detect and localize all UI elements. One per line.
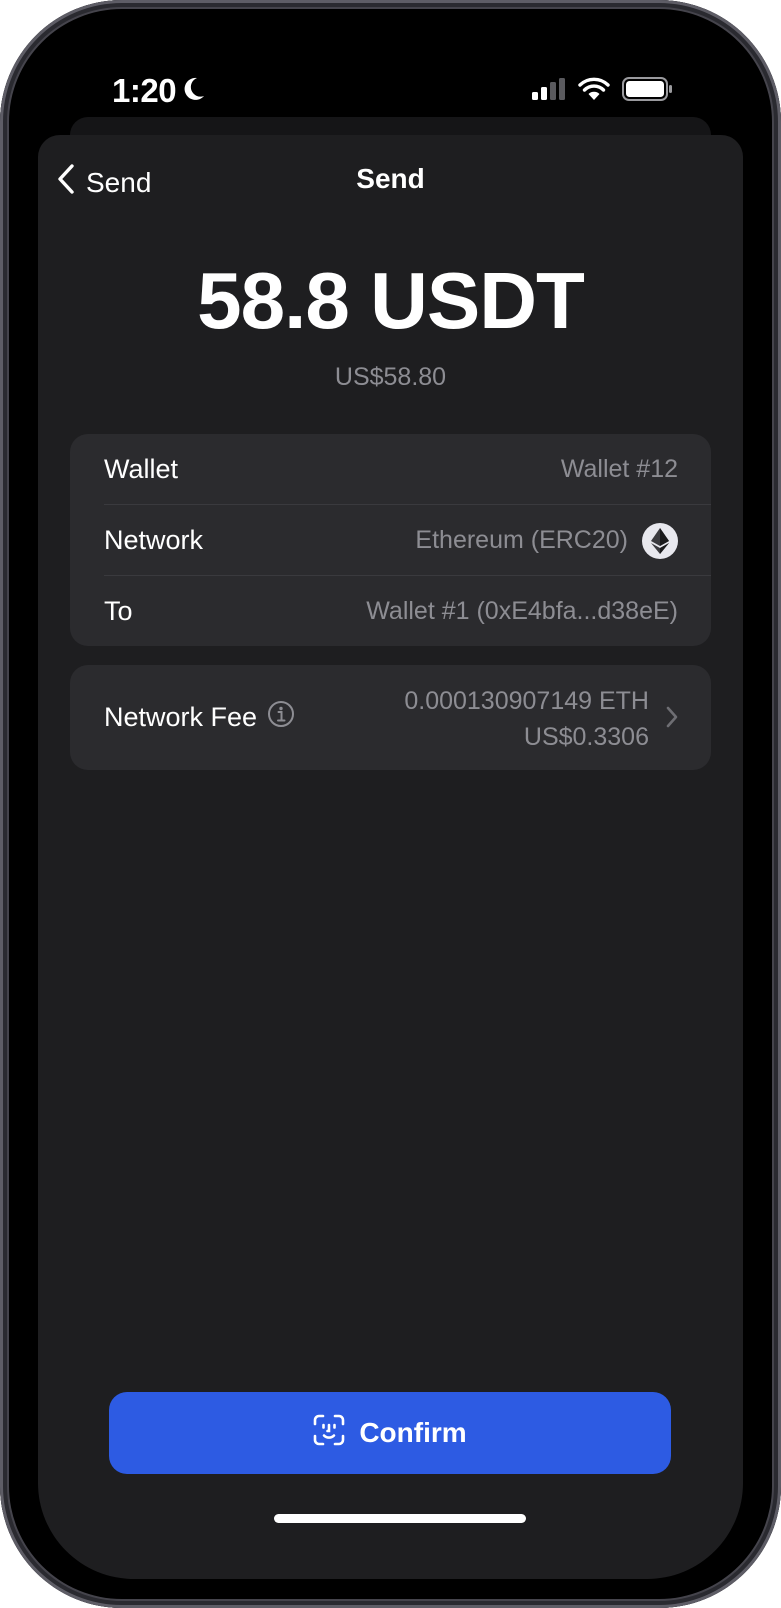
to-row: To Wallet #1 (0xE4bfa...d38eE) — [104, 576, 678, 647]
confirm-button[interactable]: Confirm — [109, 1392, 671, 1474]
to-value: Wallet #1 (0xE4bfa...d38eE) — [366, 597, 678, 625]
send-amount-fiat: US$58.80 — [334, 363, 447, 391]
confirm-label: Confirm — [359, 1417, 467, 1448]
battery-icon — [622, 77, 674, 106]
network-value: Ethereum (ERC20) — [415, 526, 628, 554]
moon-icon — [182, 72, 206, 110]
network-row: Network Ethereum (ERC20) — [104, 505, 678, 576]
ethereum-icon — [642, 522, 678, 559]
wifi-icon — [578, 77, 610, 106]
chevron-right-icon — [665, 705, 679, 734]
to-label: To — [104, 596, 133, 626]
status-bar-time: 1:20 — [112, 72, 206, 110]
network-value-group: Ethereum (ERC20) — [415, 522, 678, 559]
network-fee-label-group: Network Fee — [104, 665, 295, 770]
cellular-signal-icon — [532, 78, 566, 105]
network-fee-values: 0.000130907149 ETH US$0.3306 — [404, 683, 649, 755]
network-fee-fiat: US$0.3306 — [523, 723, 649, 751]
wallet-value: Wallet #12 — [560, 455, 678, 483]
screen: 1:20 Send Send 58.8 USDT US$58.80 Wallet… — [11, 11, 770, 1597]
wallet-label: Wallet — [104, 454, 179, 484]
status-icons — [532, 77, 674, 106]
time-label: 1:20 — [112, 72, 177, 109]
network-fee-row[interactable]: Network Fee 0.000130907149 ETH US$0.3306 — [70, 665, 711, 770]
wallet-row: Wallet Wallet #12 — [104, 434, 678, 505]
send-sheet: Send Send 58.8 USDT US$58.80 Wallet Wall… — [38, 135, 743, 1579]
info-icon[interactable] — [267, 700, 295, 735]
phone-frame: 1:20 Send Send 58.8 USDT US$58.80 Wallet… — [0, 0, 781, 1608]
home-indicator — [274, 1514, 526, 1523]
transaction-details-card: Wallet Wallet #12 Network Ethereum (ERC2… — [70, 434, 711, 646]
page-title: Send — [356, 163, 425, 194]
network-fee-eth: 0.000130907149 ETH — [404, 687, 649, 715]
face-id-icon — [313, 1414, 345, 1453]
network-label: Network — [104, 525, 204, 555]
network-fee-label: Network Fee — [104, 702, 258, 732]
send-amount: 58.8 USDT — [197, 256, 585, 345]
